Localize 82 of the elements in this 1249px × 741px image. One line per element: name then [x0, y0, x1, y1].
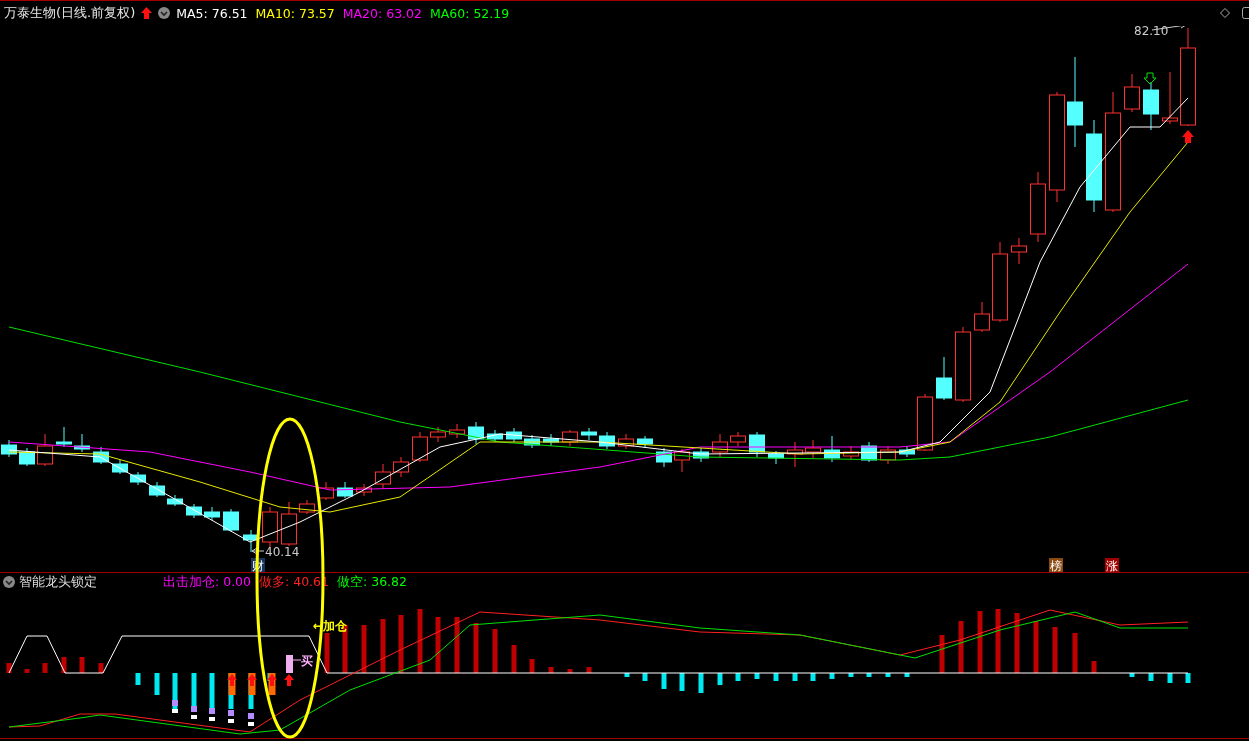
candlestick — [562, 429, 578, 447]
candlestick — [74, 433, 90, 453]
candlestick — [262, 506, 278, 548]
candlestick — [974, 301, 990, 333]
up-arrow-icon — [227, 674, 237, 686]
candlestick — [861, 441, 877, 463]
candlestick — [412, 431, 428, 463]
candlestick — [375, 463, 391, 489]
moving-average-value: MA60: 52.19 — [430, 5, 510, 21]
candlestick — [186, 503, 202, 519]
up-arrow-icon — [141, 7, 153, 19]
candlestick — [281, 501, 297, 547]
candlestick — [1, 439, 17, 458]
candlestick — [204, 506, 220, 521]
up-arrow-icon — [1182, 130, 1194, 143]
up-arrow-icon — [284, 674, 294, 686]
candlestick — [712, 433, 728, 458]
candlestick — [1030, 171, 1046, 243]
signal-label: 买 — [301, 654, 313, 668]
panel-toggle-icon[interactable] — [1242, 7, 1249, 19]
moving-average-value: MA5: 76.51 — [176, 5, 248, 21]
candlestick — [393, 456, 409, 478]
low-price-label: 40.14 — [265, 545, 300, 559]
candlestick — [524, 434, 540, 449]
candlestick — [243, 529, 259, 553]
candlestick — [581, 427, 597, 441]
candlestick — [936, 356, 952, 401]
indicator-value: 做空: 36.82 — [337, 573, 407, 591]
candlestick — [730, 431, 746, 447]
stock-badge[interactable]: 榜 — [1049, 558, 1063, 572]
indicator-title: 智能龙头锁定 — [19, 573, 97, 591]
chevron-down-icon[interactable] — [3, 576, 15, 588]
candlestick — [1162, 71, 1178, 125]
candlestick — [56, 426, 72, 448]
stock-title: 万泰生物(日线.前复权) — [4, 4, 136, 22]
candlestick — [543, 433, 559, 447]
candlestick — [93, 446, 109, 465]
candlestick — [1011, 237, 1027, 265]
chevron-down-icon[interactable] — [158, 7, 171, 19]
candlestick — [749, 431, 765, 458]
stock-badge[interactable]: 涨 — [1105, 558, 1119, 572]
indicator-value: 出击加仓: 0.00 — [163, 573, 252, 591]
candlestick — [824, 435, 840, 463]
moving-average-value: MA20: 63.02 — [342, 5, 422, 21]
candlestick — [318, 481, 334, 501]
candlestick — [917, 393, 933, 452]
candlestick — [805, 439, 821, 459]
candlestick — [468, 421, 484, 445]
down-arrow-icon — [1143, 72, 1157, 85]
candlestick — [299, 499, 315, 515]
candlestick — [768, 450, 784, 465]
up-arrow-icon — [247, 674, 257, 686]
high-price-label: 82.10 — [1134, 26, 1169, 38]
candlestick — [880, 445, 896, 465]
candlestick — [37, 433, 53, 467]
candlestick — [223, 508, 239, 533]
moving-average-value: MA10: 73.57 — [255, 5, 335, 21]
diamond-icon[interactable] — [1220, 8, 1230, 18]
candlestick — [130, 471, 146, 486]
candlestick — [167, 494, 183, 507]
up-arrow-icon — [267, 674, 277, 686]
candlestick — [787, 441, 803, 468]
candlestick — [618, 433, 634, 450]
candlestick — [356, 483, 372, 497]
candlestick — [843, 445, 859, 461]
candlestick — [599, 431, 615, 450]
candlestick — [487, 429, 503, 443]
candlestick — [149, 481, 165, 498]
candlestick — [637, 435, 653, 449]
candlestick — [19, 447, 35, 467]
candlestick — [1124, 73, 1140, 113]
candlestick — [449, 423, 465, 439]
candlestick — [674, 448, 690, 473]
candlestick — [899, 445, 915, 458]
candlestick — [430, 426, 446, 443]
candlestick — [112, 459, 128, 475]
candlestick — [337, 481, 353, 499]
candlestick — [1143, 81, 1159, 131]
price-pointer-arrow — [251, 547, 265, 555]
candlestick — [693, 447, 709, 463]
candlestick — [506, 427, 522, 443]
candlestick — [656, 447, 672, 468]
